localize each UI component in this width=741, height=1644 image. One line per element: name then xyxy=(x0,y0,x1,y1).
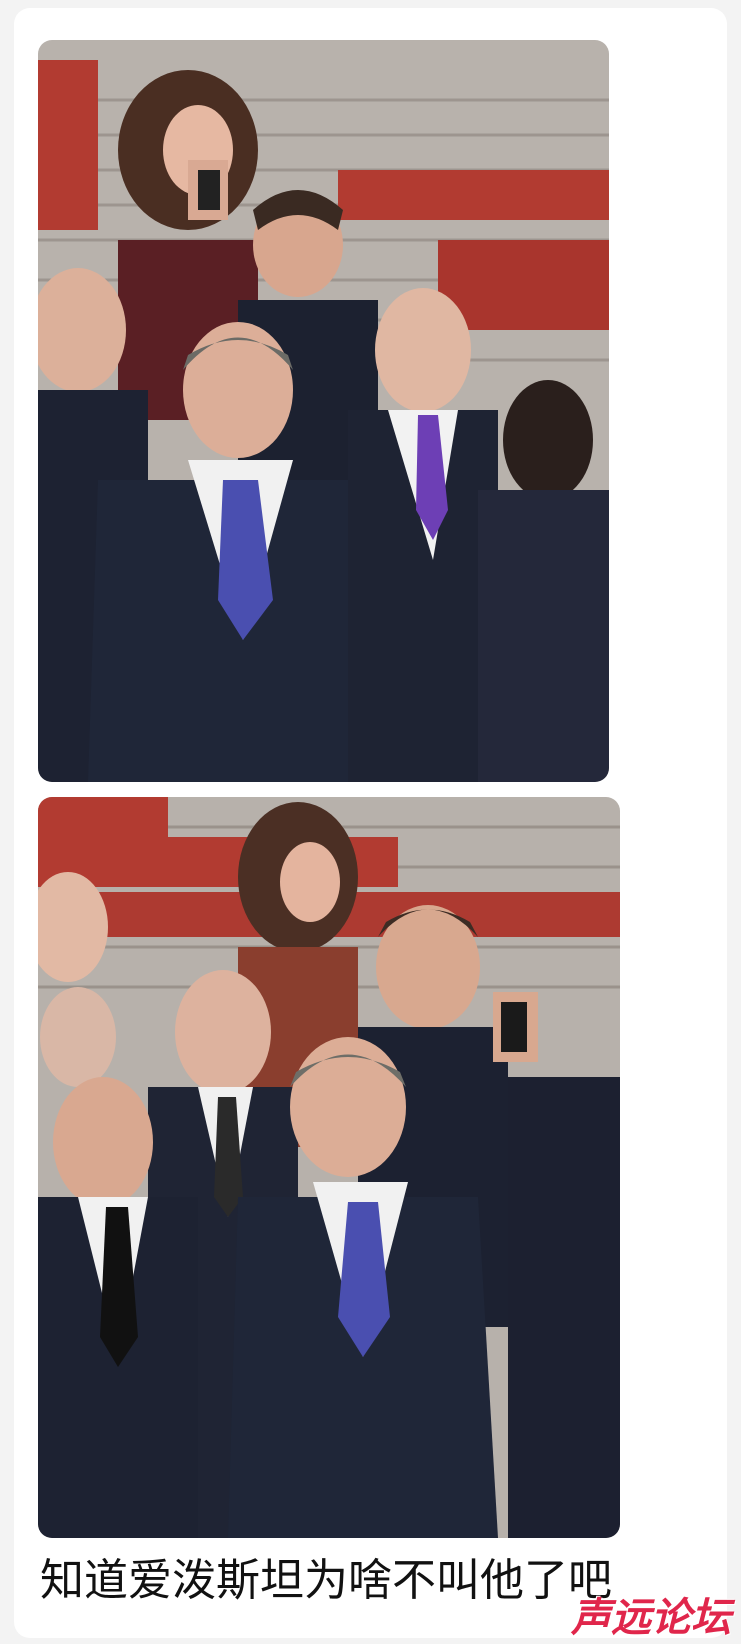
photo-1-illustration xyxy=(38,40,609,782)
post-caption: 知道爱泼斯坦为啥不叫他了吧 xyxy=(40,1555,612,1606)
photo-2-illustration xyxy=(38,797,620,1538)
post-photo-1[interactable] xyxy=(38,40,609,782)
watermark-logo: 声远论坛 xyxy=(571,1595,731,1641)
post-photo-2[interactable] xyxy=(38,797,620,1538)
